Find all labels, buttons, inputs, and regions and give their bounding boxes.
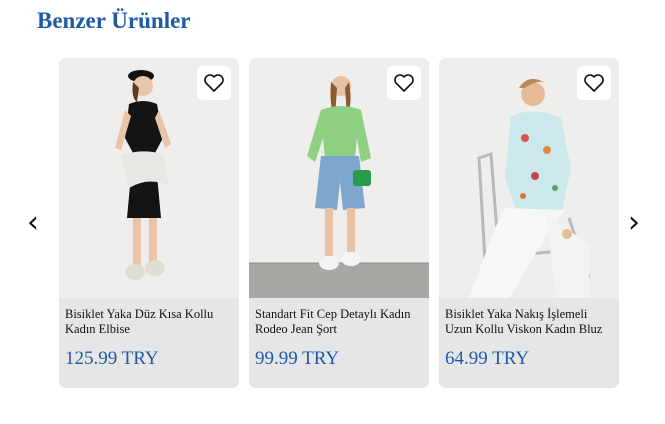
section-title: Benzer Ürünler <box>37 8 191 33</box>
favorite-button[interactable] <box>387 66 421 100</box>
product-name[interactable]: Bisiklet Yaka Nakış İşlemeli Uzun Kollu … <box>445 307 613 337</box>
product-image[interactable] <box>439 58 619 298</box>
heart-icon <box>584 74 604 92</box>
product-price: 125.99 TRY <box>65 348 159 369</box>
favorite-button[interactable] <box>577 66 611 100</box>
product-name[interactable]: Standart Fit Cep Detaylı Kadın Rodeo Jea… <box>255 307 423 337</box>
chevron-left-icon: ‹ <box>27 205 39 240</box>
product-image[interactable] <box>249 58 429 298</box>
chevron-right-icon: › <box>628 205 640 240</box>
heart-icon <box>204 74 224 92</box>
product-image[interactable] <box>59 58 239 298</box>
favorite-button[interactable] <box>197 66 231 100</box>
product-price: 99.99 TRY <box>255 348 340 369</box>
product-name[interactable]: Bisiklet Yaka Düz Kısa Kollu Kadın Elbis… <box>65 307 233 337</box>
product-card[interactable]: Standart Fit Cep Detaylı Kadın Rodeo Jea… <box>249 58 429 388</box>
product-card[interactable]: Bisiklet Yaka Düz Kısa Kollu Kadın Elbis… <box>59 58 239 388</box>
product-card[interactable]: Bisiklet Yaka Nakış İşlemeli Uzun Kollu … <box>439 58 619 388</box>
heart-icon <box>394 74 414 92</box>
carousel-next-button[interactable]: › <box>622 203 646 243</box>
product-price: 64.99 TRY <box>445 348 530 369</box>
carousel-prev-button[interactable]: ‹ <box>21 203 45 243</box>
